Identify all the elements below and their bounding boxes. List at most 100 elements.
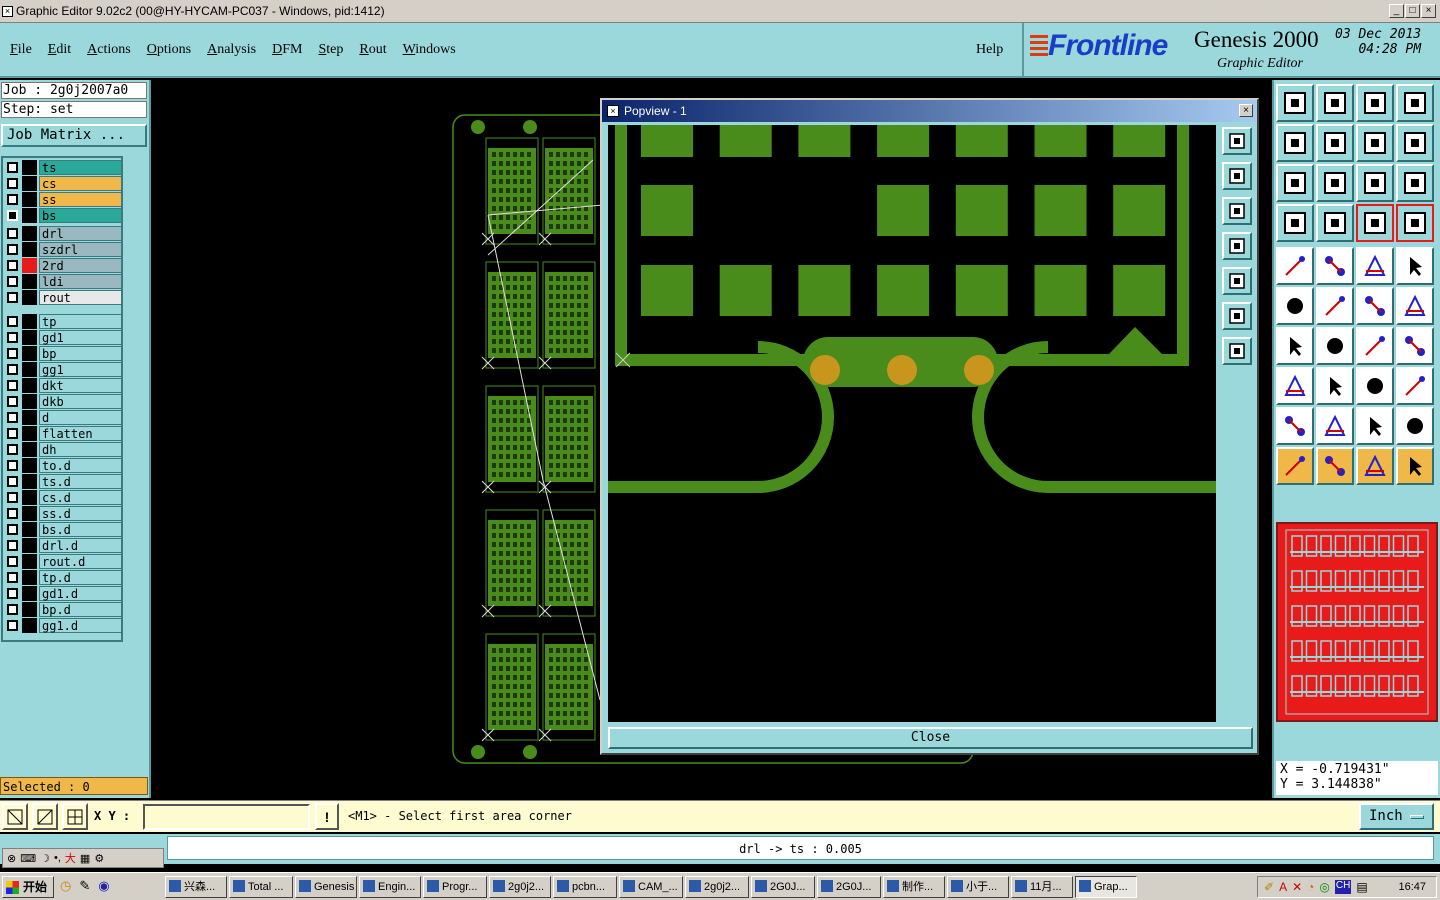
- ime-softkey-icon[interactable]: ▦: [80, 852, 90, 865]
- layer-checkbox[interactable]: [7, 588, 18, 599]
- zoom-building-button[interactable]: [1356, 84, 1394, 122]
- pan-left-tool-button[interactable]: [1276, 124, 1314, 162]
- maximize-button[interactable]: □: [1405, 4, 1420, 18]
- layer-row[interactable]: rout: [4, 290, 122, 305]
- taskbar-task[interactable]: 制作...: [883, 876, 945, 898]
- layer-merge-button[interactable]: [1396, 204, 1434, 242]
- layer-checkbox[interactable]: [7, 572, 18, 583]
- tray-globe-icon[interactable]: ◔: [1307, 880, 1314, 894]
- menu-analysis[interactable]: Analysis: [207, 42, 256, 58]
- slash-line-button[interactable]: [1316, 327, 1354, 365]
- layer-checkbox[interactable]: [7, 364, 18, 375]
- clock-app-icon[interactable]: ◷: [60, 878, 71, 894]
- menu-edit[interactable]: Edit: [48, 42, 71, 58]
- layer-row[interactable]: 2rd: [4, 258, 122, 273]
- tray-x-icon[interactable]: ✕: [1292, 880, 1302, 894]
- select-arrow2-button[interactable]: [1316, 447, 1354, 485]
- help-question-button[interactable]: [1396, 164, 1434, 202]
- layer-checkbox[interactable]: [7, 604, 18, 615]
- taskbar-task[interactable]: 小于...: [947, 876, 1009, 898]
- tray-pencil-icon[interactable]: ✐: [1264, 880, 1274, 894]
- triangle-button[interactable]: [1276, 407, 1314, 445]
- menu-step[interactable]: Step: [318, 42, 343, 58]
- menu-rout[interactable]: Rout: [359, 42, 386, 58]
- taskbar-task[interactable]: 兴森...: [165, 876, 227, 898]
- taskbar-task[interactable]: Progr...: [423, 876, 487, 898]
- menu-help[interactable]: Help: [976, 42, 1003, 58]
- close-window-button[interactable]: ×: [1421, 4, 1436, 18]
- unit-selector[interactable]: Inch: [1359, 803, 1434, 830]
- ime-fullwidth-icon[interactable]: 大: [65, 850, 76, 866]
- zoom-window-button[interactable]: [1396, 84, 1434, 122]
- layer-name[interactable]: bs.d: [39, 522, 122, 537]
- taskbar-task[interactable]: Grap...: [1075, 876, 1137, 898]
- layer-name[interactable]: szdrl: [39, 242, 122, 257]
- layer-row[interactable]: ss.d: [4, 506, 122, 521]
- layer-row[interactable]: szdrl: [4, 242, 122, 257]
- redraw-button[interactable]: [1396, 124, 1434, 162]
- layer-row[interactable]: ldi: [4, 274, 122, 289]
- menu-actions[interactable]: Actions: [87, 42, 131, 58]
- layer-row[interactable]: bp: [4, 346, 122, 361]
- ime-punct-icon[interactable]: •,: [54, 852, 61, 864]
- layer-name[interactable]: ldi: [39, 274, 122, 289]
- measure-tool-button[interactable]: [32, 803, 58, 830]
- arc-add-button[interactable]: [1356, 287, 1394, 325]
- layer-name[interactable]: flatten: [39, 426, 122, 441]
- taskbar-task[interactable]: 11月...: [1011, 876, 1073, 898]
- layer-name[interactable]: 2rd: [39, 258, 122, 273]
- menu-file[interactable]: File: [10, 42, 32, 58]
- layer-checkbox[interactable]: [7, 412, 18, 423]
- layer-name[interactable]: tp.d: [39, 570, 122, 585]
- ime-moon-icon[interactable]: ☽: [40, 852, 50, 865]
- layer-name[interactable]: ts: [39, 160, 122, 175]
- layer-row[interactable]: cs: [4, 176, 122, 191]
- layer-checkbox[interactable]: [7, 194, 18, 205]
- layer-row[interactable]: gd1.d: [4, 586, 122, 601]
- layer-row[interactable]: drl.d: [4, 538, 122, 553]
- layer-row[interactable]: ss: [4, 192, 122, 207]
- zoom-out-button[interactable]: [1222, 337, 1252, 365]
- layer-checkbox[interactable]: [7, 276, 18, 287]
- snap-tool-button[interactable]: [2, 803, 28, 830]
- menu-dfm[interactable]: DFM: [272, 42, 302, 58]
- zoom-home-button[interactable]: [1276, 84, 1314, 122]
- layer-checkbox[interactable]: [7, 380, 18, 391]
- zoom-in-button[interactable]: [1222, 302, 1252, 330]
- layer-checkbox[interactable]: [7, 228, 18, 239]
- taskbar-task[interactable]: 2G0J...: [817, 876, 881, 898]
- pen-tool-button[interactable]: [1276, 204, 1314, 242]
- connect-button[interactable]: [1396, 287, 1434, 325]
- layer-name[interactable]: gg1.d: [39, 618, 122, 633]
- layer-row[interactable]: ts: [4, 160, 122, 175]
- ime-close-icon[interactable]: ⊗: [7, 852, 16, 865]
- layer-name[interactable]: dkt: [39, 378, 122, 393]
- minimize-button[interactable]: _: [1389, 4, 1404, 18]
- center-button[interactable]: [1276, 164, 1314, 202]
- layer-row[interactable]: bs.d: [4, 522, 122, 537]
- pan-left-button[interactable]: [1222, 232, 1252, 260]
- notepad-icon[interactable]: ✎: [79, 878, 90, 894]
- layer-row[interactable]: gg1: [4, 362, 122, 377]
- layer-checkbox[interactable]: [7, 540, 18, 551]
- select-arrow-button[interactable]: [1276, 447, 1314, 485]
- ie-icon[interactable]: ◉: [98, 878, 109, 894]
- line-add-button[interactable]: [1316, 247, 1354, 285]
- ime-keyboard-icon[interactable]: ⌨: [20, 852, 36, 865]
- layer-name[interactable]: dh: [39, 442, 122, 457]
- pad-add-button[interactable]: [1276, 247, 1314, 285]
- node-move-button[interactable]: [1276, 287, 1314, 325]
- layer-name[interactable]: ss: [39, 192, 122, 207]
- arc-draw-button[interactable]: [1356, 327, 1394, 365]
- layer-checkbox[interactable]: [7, 210, 18, 221]
- layer-row[interactable]: flatten: [4, 426, 122, 441]
- layer-checkbox[interactable]: [7, 316, 18, 327]
- taskbar-task[interactable]: pcbn...: [553, 876, 617, 898]
- layer-checkbox[interactable]: [7, 348, 18, 359]
- job-matrix-button[interactable]: Job Matrix ...: [1, 124, 147, 147]
- grid-tool-button[interactable]: [62, 803, 88, 830]
- tray-ch-icon[interactable]: CH: [1334, 880, 1352, 894]
- layer-row[interactable]: bp.d: [4, 602, 122, 617]
- layer-row[interactable]: to.d: [4, 458, 122, 473]
- layer-checkbox[interactable]: [7, 508, 18, 519]
